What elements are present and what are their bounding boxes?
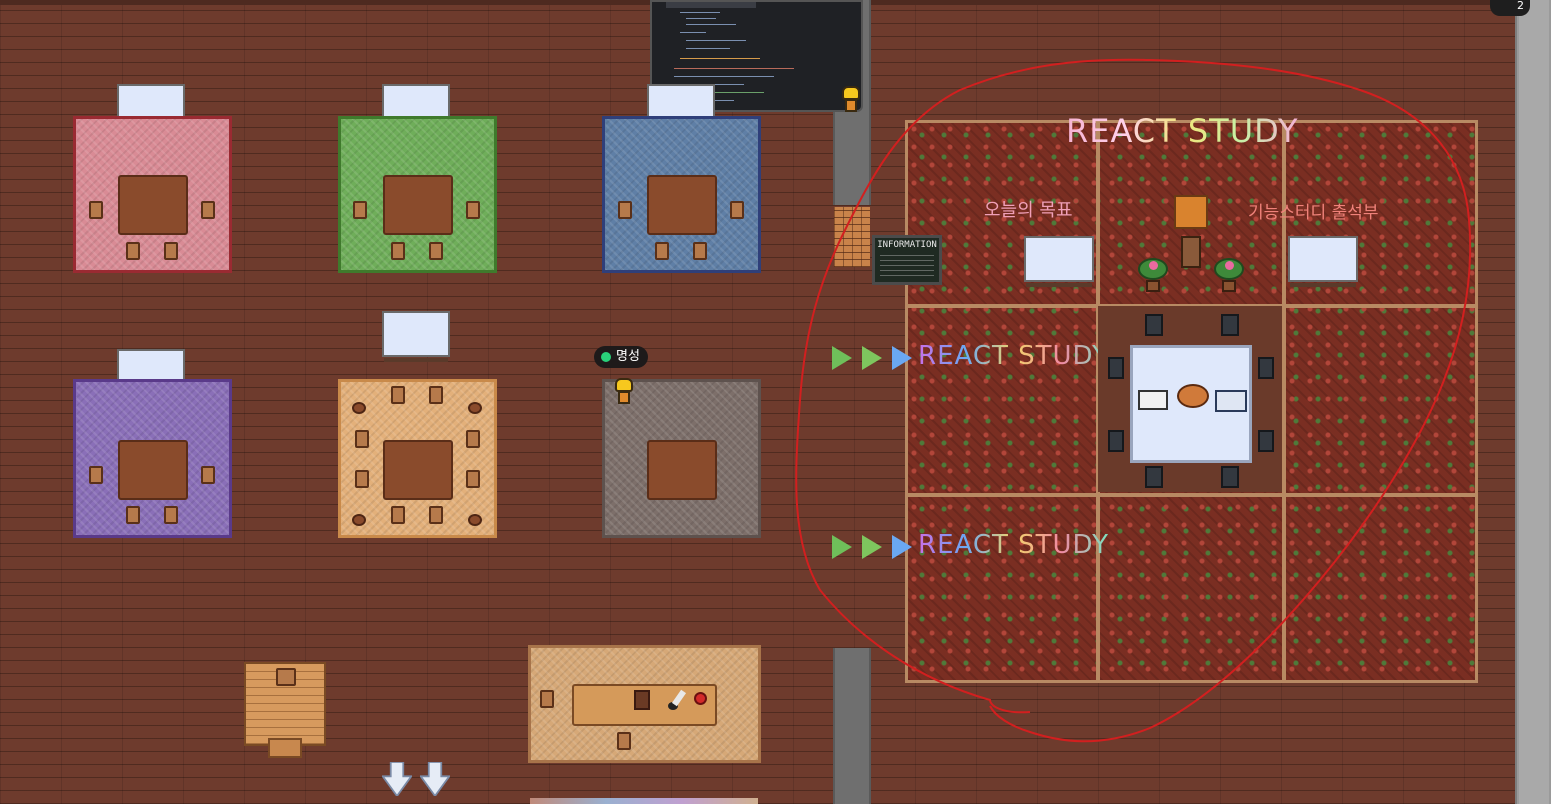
down-arrow-icon[interactable] (382, 762, 412, 796)
play-arrow-icon (892, 346, 912, 370)
chair-icon[interactable] (391, 506, 405, 524)
book-icon[interactable] (634, 690, 650, 710)
play-arrow-icon (862, 535, 882, 559)
table-icon (118, 175, 188, 235)
chair-icon[interactable] (126, 242, 140, 260)
info-board-icon[interactable]: INFORMATION (872, 235, 942, 285)
info-board-title: INFORMATION (877, 240, 937, 250)
zone-title: REACT STUDY (1066, 112, 1299, 150)
chair-icon[interactable] (730, 201, 744, 219)
apple-icon[interactable] (694, 692, 707, 705)
chair-icon[interactable] (89, 466, 103, 484)
table-icon (118, 440, 188, 500)
chair-icon[interactable] (655, 242, 669, 260)
chair-icon[interactable] (355, 470, 369, 488)
snack-icon[interactable] (1177, 384, 1209, 408)
chair-icon[interactable] (617, 732, 631, 750)
chair-icon[interactable] (126, 506, 140, 524)
row-label-react-study: REACT STUDY (918, 530, 1110, 560)
whiteboard-icon[interactable] (1288, 236, 1358, 287)
chair-icon[interactable] (391, 242, 405, 260)
chair-icon[interactable] (201, 466, 215, 484)
player-name: 명성 (616, 349, 640, 364)
plant-icon (1138, 258, 1168, 292)
chair-icon[interactable] (391, 386, 405, 404)
chair-icon[interactable] (1145, 314, 1163, 336)
right-scrollbar-strip[interactable] (1515, 0, 1551, 804)
whiteboard-icon[interactable] (382, 311, 450, 362)
corner-count-badge: 2 (1490, 0, 1530, 16)
plant-icon (1214, 258, 1244, 292)
chair-icon[interactable] (540, 690, 554, 708)
brick-wall-segment (834, 207, 870, 267)
online-status-dot (601, 352, 611, 362)
bottom-edge-tiles (530, 798, 758, 804)
whiteboard-icon[interactable] (1024, 236, 1094, 287)
chair-icon[interactable] (1108, 430, 1124, 452)
podium-icon[interactable] (1181, 236, 1201, 268)
notebook-icon[interactable] (1215, 390, 1247, 412)
stool-icon (352, 402, 366, 414)
chair-icon[interactable] (1108, 357, 1124, 379)
chair-icon[interactable] (1258, 357, 1274, 379)
stool-icon (352, 514, 366, 526)
goal-label: 오늘의 목표 (984, 200, 1073, 221)
carpet-seam (905, 493, 1478, 497)
attendance-label: 기능스터디 출석부 (1248, 203, 1379, 223)
stool-icon (468, 514, 482, 526)
player-name-tag: 명성 (594, 346, 648, 368)
other-player-avatar[interactable] (840, 86, 862, 114)
down-arrow-icon[interactable] (420, 762, 450, 796)
chair-icon[interactable] (89, 201, 103, 219)
chair-icon[interactable] (164, 242, 178, 260)
chair-icon[interactable] (355, 430, 369, 448)
quill-ink-icon[interactable] (668, 689, 690, 710)
chair-icon[interactable] (164, 506, 178, 524)
stage-steps (268, 738, 302, 758)
chair-icon[interactable] (353, 201, 367, 219)
table-icon (647, 440, 717, 500)
chair-icon[interactable] (1221, 314, 1239, 336)
chair-icon[interactable] (466, 470, 480, 488)
table-icon (383, 175, 453, 235)
chair-icon[interactable] (1145, 466, 1163, 488)
chair-icon[interactable] (693, 242, 707, 260)
poster-icon[interactable] (1174, 195, 1208, 229)
table-icon (647, 175, 717, 235)
chair-icon[interactable] (201, 201, 215, 219)
chair-icon[interactable] (466, 201, 480, 219)
meeting-table (1130, 345, 1252, 463)
wall-divider-bottom (833, 648, 871, 804)
player-avatar[interactable] (613, 378, 635, 406)
chair-icon[interactable] (429, 386, 443, 404)
chair-icon[interactable] (618, 201, 632, 219)
row-label-react-study: REACT STUDY (918, 341, 1110, 371)
play-arrow-icon (862, 346, 882, 370)
table-icon (383, 440, 453, 500)
chair-icon[interactable] (466, 430, 480, 448)
play-arrow-icon (892, 535, 912, 559)
chair-icon[interactable] (429, 506, 443, 524)
chair-icon[interactable] (1221, 466, 1239, 488)
chair-icon[interactable] (276, 668, 296, 686)
play-arrow-icon (832, 346, 852, 370)
play-arrow-icon (832, 535, 852, 559)
book-icon[interactable] (1138, 390, 1168, 410)
stool-icon (468, 402, 482, 414)
chair-icon[interactable] (429, 242, 443, 260)
chair-icon[interactable] (1258, 430, 1274, 452)
